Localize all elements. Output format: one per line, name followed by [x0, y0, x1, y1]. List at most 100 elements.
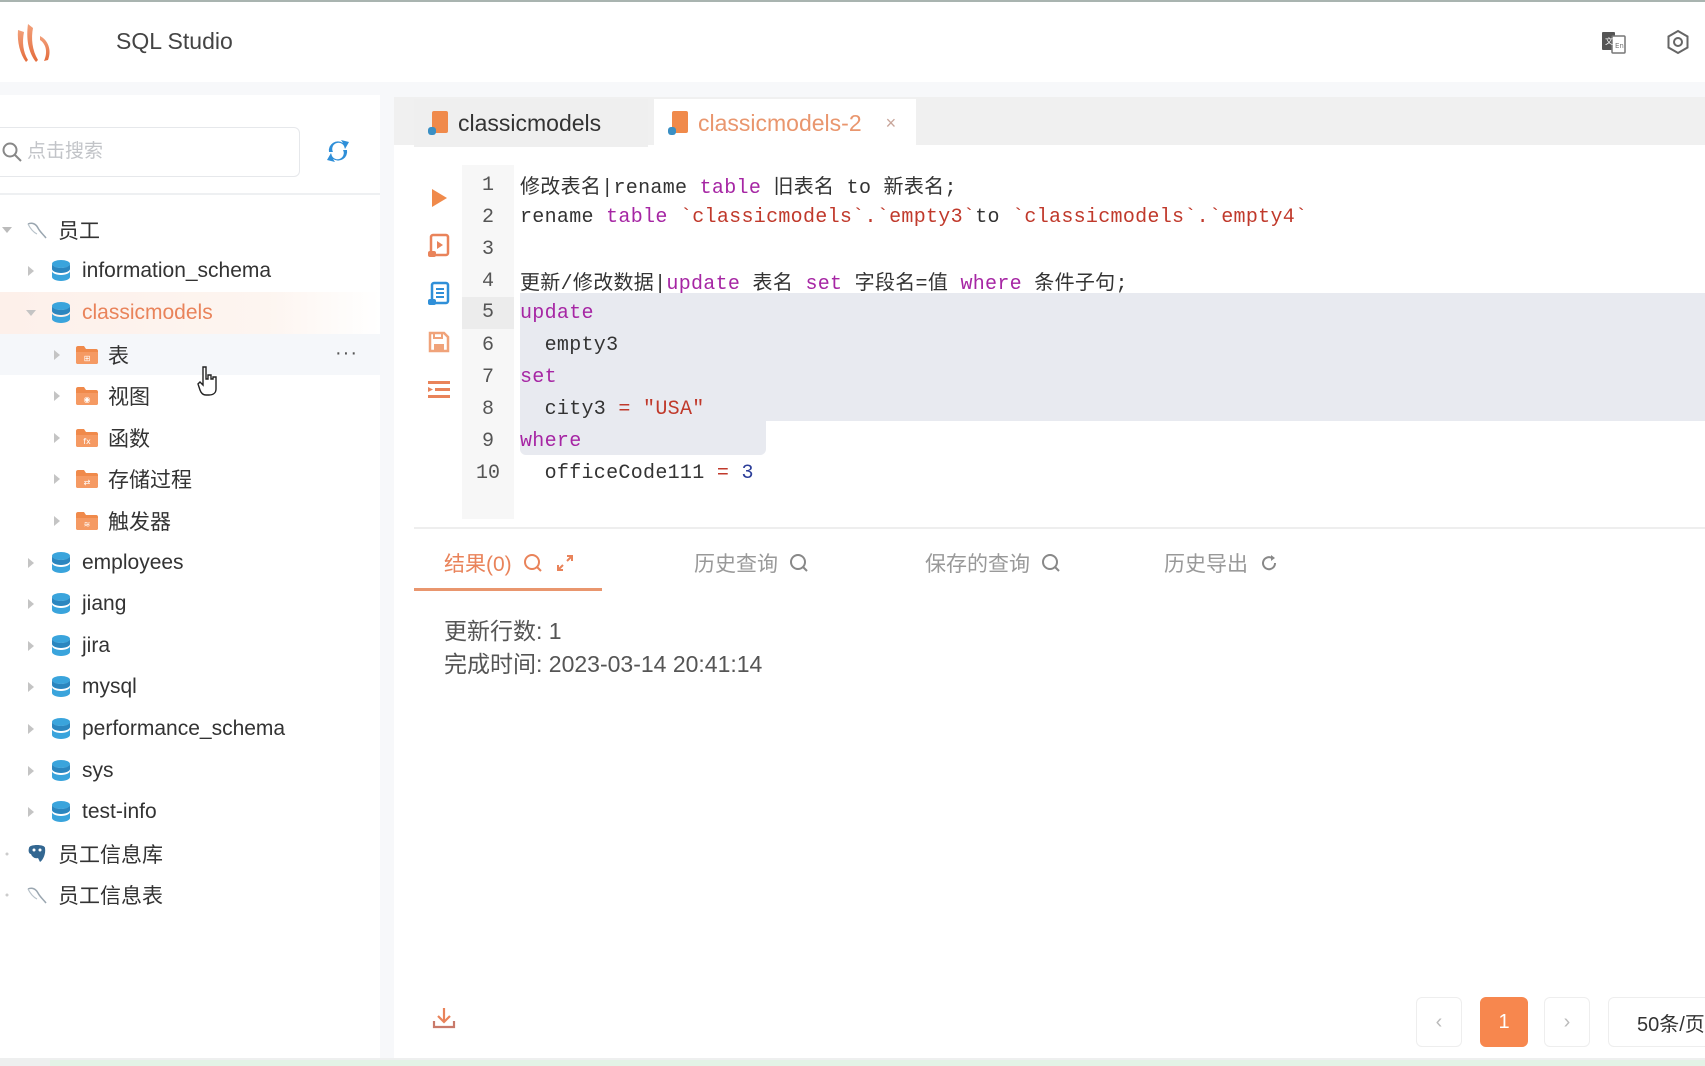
code-text[interactable]: officeCode111 = 3	[514, 462, 754, 485]
tree-node-performance-schema[interactable]: performance_schema	[0, 708, 380, 750]
refresh-icon[interactable]	[1258, 552, 1280, 574]
code-token: table	[699, 177, 762, 200]
tree-node-classicmodels[interactable]: classicmodels	[0, 292, 380, 334]
next-page-button[interactable]: ›	[1544, 997, 1590, 1047]
caret-right-icon[interactable]	[24, 264, 38, 278]
caret-right-icon[interactable]	[24, 597, 38, 611]
explain-button[interactable]	[424, 279, 454, 309]
save-button[interactable]	[424, 327, 454, 357]
tree-node-mysql[interactable]: mysql	[0, 667, 380, 709]
bottom-scrollbar[interactable]	[0, 1058, 1705, 1066]
prev-page-button[interactable]: ‹	[1416, 997, 1462, 1047]
search-input[interactable]	[27, 138, 287, 166]
search-icon[interactable]	[522, 552, 544, 574]
refresh-icon[interactable]	[324, 137, 352, 165]
caret-down-icon[interactable]	[24, 306, 38, 320]
caret-right-icon[interactable]	[50, 389, 64, 403]
caret-right-icon[interactable]	[24, 764, 38, 778]
caret-right-icon[interactable]	[24, 722, 38, 736]
expand-icon[interactable]	[554, 552, 576, 574]
code-text[interactable]: 修改表名|rename table 旧表名 to 新表名;	[514, 170, 957, 200]
code-line[interactable]: 2 rename table `classicmodels`.`empty3`to…	[462, 201, 1705, 233]
caret-right-icon[interactable]	[24, 556, 38, 570]
tree-node-sys[interactable]: sys	[0, 750, 380, 792]
code-token: 表名	[740, 273, 806, 296]
tree-node-label: 员工	[58, 219, 100, 243]
code-line[interactable]: 6 empty3	[462, 329, 1705, 361]
caret-right-icon[interactable]	[50, 348, 64, 362]
tree-node[interactable]: ◉ 视图	[0, 375, 380, 417]
code-line[interactable]: 10 officeCode111 = 3	[462, 457, 1705, 489]
format-icon	[428, 381, 450, 398]
page-size-select[interactable]: 50条/页	[1608, 997, 1705, 1047]
svg-text:⇄: ⇄	[84, 478, 91, 487]
code-line[interactable]: 8 city3 = "USA"	[462, 393, 1705, 425]
tree-node[interactable]: ≋ 触发器	[0, 500, 380, 542]
format-button[interactable]	[424, 375, 454, 405]
tree-node-label: sys	[82, 758, 114, 782]
tree-node[interactable]: 员工	[0, 209, 380, 251]
code-token: set	[520, 365, 557, 389]
translate-icon[interactable]: 文 En	[1600, 28, 1628, 56]
tree-node[interactable]: fx 函数	[0, 417, 380, 459]
search-box[interactable]	[0, 127, 300, 177]
database-icon	[48, 550, 74, 576]
code-text[interactable]: empty3	[514, 334, 619, 357]
caret-right-icon[interactable]	[50, 431, 64, 445]
tab-classicmodels-2[interactable]: classicmodels-2 ×	[654, 99, 916, 147]
caret-right-icon[interactable]	[50, 514, 64, 528]
tab-history-query[interactable]: 历史查询	[694, 547, 810, 579]
caret-right-icon[interactable]	[50, 472, 64, 486]
tree-node[interactable]: 员工信息表	[0, 875, 380, 917]
run-selected-icon	[428, 233, 450, 257]
caret-right-icon[interactable]	[24, 639, 38, 653]
code-text[interactable]: city3 = "USA"	[514, 398, 705, 421]
code-token: set	[805, 273, 843, 296]
tree-node-label: 视图	[108, 386, 150, 410]
code-text[interactable]: set	[514, 366, 557, 389]
caret-right-icon[interactable]	[24, 680, 38, 694]
code-line[interactable]: 5 update	[462, 297, 1705, 329]
tab-results[interactable]: 结果(0)	[444, 547, 576, 579]
code-text[interactable]: where	[514, 430, 582, 453]
tree-node-jira[interactable]: jira	[0, 625, 380, 667]
tree-node-employees[interactable]: employees	[0, 542, 380, 584]
tab-saved-query[interactable]: 保存的查询	[925, 547, 1062, 579]
code-text[interactable]: update	[514, 302, 594, 325]
tree-node[interactable]: ⇄ 存储过程	[0, 459, 380, 501]
tree-node-jiang[interactable]: jiang	[0, 583, 380, 625]
code-text[interactable]: rename table `classicmodels`.`empty3`to …	[514, 206, 1307, 229]
settings-icon[interactable]	[1664, 28, 1692, 56]
code-line[interactable]: 3	[462, 233, 1705, 265]
code-line[interactable]: 1 修改表名|rename table 旧表名 to 新表名;	[462, 169, 1705, 201]
code-text[interactable]: 更新/修改数据|update 表名 set 字段名=值 where 条件子句;	[514, 266, 1128, 296]
tree-node-label: employees	[82, 550, 184, 574]
tab-history-export[interactable]: 历史导出	[1164, 547, 1280, 579]
page-1-button[interactable]: 1	[1480, 997, 1528, 1047]
caret-right-icon[interactable]	[24, 805, 38, 819]
caret-down-icon[interactable]	[0, 223, 14, 237]
caret-right-icon[interactable]	[0, 847, 14, 861]
run-selected-button[interactable]	[424, 231, 454, 261]
svg-text:En: En	[1615, 42, 1624, 50]
code-line[interactable]: 7 set	[462, 361, 1705, 393]
editor-tab-bar: classicmodels classicmodels-2 ×	[394, 95, 1705, 147]
code-line[interactable]: 4 更新/修改数据|update 表名 set 字段名=值 where 条件子句;	[462, 265, 1705, 297]
close-tab-icon[interactable]: ×	[886, 113, 897, 134]
more-options-icon[interactable]: ···	[335, 342, 358, 365]
tab-classicmodels[interactable]: classicmodels	[414, 99, 648, 147]
tree-node[interactable]: ⊞ 表 ···	[0, 333, 380, 376]
tree-node[interactable]: 员工信息库	[0, 833, 380, 875]
code-line[interactable]: 9 where	[462, 425, 1705, 457]
code-token: officeCode111	[520, 461, 717, 485]
search-icon[interactable]	[788, 552, 810, 574]
run-button[interactable]	[424, 183, 454, 213]
search-icon[interactable]	[1040, 552, 1062, 574]
tree-node-test-info[interactable]: test-info	[0, 791, 380, 833]
sql-editor[interactable]: 1 修改表名|rename table 旧表名 to 新表名; 2 rename ta…	[462, 169, 1705, 489]
caret-right-icon[interactable]	[0, 888, 14, 902]
download-icon[interactable]	[430, 1005, 458, 1033]
tree-node-information-schema[interactable]: information_schema	[0, 251, 380, 293]
